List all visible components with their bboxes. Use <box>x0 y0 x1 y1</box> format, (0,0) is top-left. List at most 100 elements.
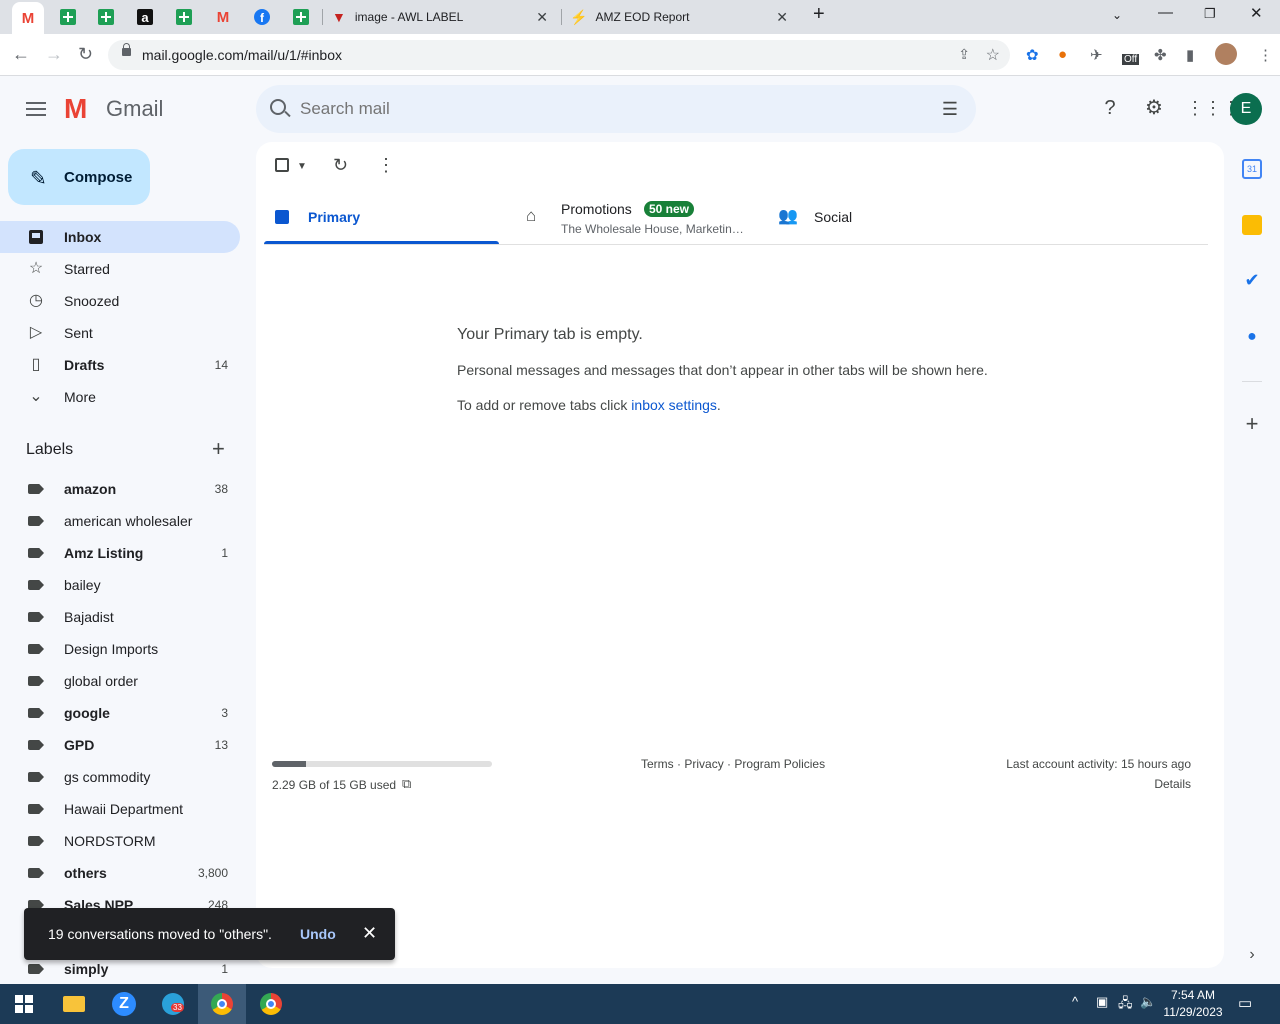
sidebar-item-inbox[interactable]: Inbox <box>0 221 240 253</box>
undo-button[interactable]: Undo <box>300 926 336 942</box>
forward-arrow-icon[interactable]: → <box>45 44 63 65</box>
gmail-logo-icon[interactable]: M <box>64 95 87 123</box>
system-tray-chevron-icon[interactable]: ^ <box>1072 994 1078 1009</box>
sidebar-label-item[interactable]: bailey <box>0 569 240 601</box>
sidebar-item-drafts[interactable]: ▯ Drafts 14 <box>0 349 240 381</box>
volume-icon[interactable]: 🔈 <box>1140 994 1156 1010</box>
minimize-icon[interactable]: — <box>1158 4 1173 21</box>
tab-gmail-active[interactable]: M <box>12 2 44 34</box>
main-menu-icon[interactable] <box>26 102 46 116</box>
close-icon[interactable]: ✕ <box>536 9 548 26</box>
account-avatar[interactable]: E <box>1230 93 1262 125</box>
bookmark-star-icon[interactable]: ☆ <box>986 45 1000 65</box>
chrome-taskbar-icon[interactable] <box>247 984 295 1024</box>
search-input[interactable] <box>300 97 900 121</box>
sidebar-label-item[interactable]: global order <box>0 665 240 697</box>
gmail-logo-text[interactable]: Gmail <box>106 96 163 122</box>
apps-grid-icon[interactable]: ⋮⋮⋮ <box>1186 96 1240 120</box>
sidebar-label-item[interactable]: google 3 <box>0 697 240 729</box>
share-icon[interactable]: ⇪ <box>958 46 970 63</box>
sidebar-label-item[interactable]: Bajadist <box>0 601 240 633</box>
more-options-icon[interactable]: ⋮ <box>377 155 395 176</box>
sidebar-label-item[interactable]: others 3,800 <box>0 857 240 889</box>
compose-button[interactable]: ✎ Compose <box>8 149 150 205</box>
details-link[interactable]: Details <box>1154 777 1191 791</box>
new-tab-plus-icon[interactable]: + <box>813 3 825 26</box>
sidebar-label-item[interactable]: Design Imports <box>0 633 240 665</box>
inbox-settings-link[interactable]: inbox settings <box>631 397 717 413</box>
help-icon[interactable]: ? <box>1098 96 1122 120</box>
telegram-icon[interactable]: 33 <box>149 984 197 1024</box>
puzzle-extensions-icon[interactable]: ✤ <box>1154 46 1167 64</box>
tab-divider-line <box>264 244 1208 245</box>
profile-avatar[interactable] <box>1215 43 1237 65</box>
extension-2-icon[interactable]: ● <box>1058 46 1067 63</box>
select-all-checkbox[interactable] <box>275 158 289 172</box>
facebook-icon: f <box>254 9 270 25</box>
label-count: 3 <box>221 706 228 720</box>
window-close-icon[interactable]: ✕ <box>1250 4 1263 22</box>
extension-1-icon[interactable]: ✿ <box>1026 46 1039 64</box>
search-icon[interactable] <box>270 99 286 115</box>
settings-gear-icon[interactable]: ⚙ <box>1142 96 1166 120</box>
program-policies-link[interactable]: Program Policies <box>734 757 825 771</box>
sidebar-label-item[interactable]: american wholesaler <box>0 505 240 537</box>
sidebar-item-more[interactable]: ⌄ More <box>0 381 240 413</box>
sidebar-label-item[interactable]: Amz Listing 1 <box>0 537 240 569</box>
tab-primary[interactable]: Primary <box>264 192 499 244</box>
sidebar-label-item[interactable]: GPD 13 <box>0 729 240 761</box>
zoom-app-icon[interactable]: Z <box>100 984 148 1024</box>
tab-amazon[interactable]: a <box>129 4 161 30</box>
taskbar-clock[interactable]: 7:54 AM 11/29/2023 <box>1160 987 1226 1021</box>
tab-promotions[interactable]: ⌂ Promotions The Wholesale House, Market… <box>516 192 756 244</box>
tab-facebook[interactable]: f <box>246 4 278 30</box>
search-bar[interactable]: ☰ <box>256 85 976 133</box>
chevron-right-icon[interactable]: › <box>1242 946 1262 966</box>
notification-center-icon[interactable]: ▭ <box>1238 994 1252 1012</box>
tab-gmail-2[interactable]: M <box>207 4 239 30</box>
search-options-icon[interactable]: ☰ <box>942 99 958 120</box>
sidebar-item-starred[interactable]: ☆ Starred <box>0 253 240 285</box>
terms-link[interactable]: Terms <box>641 757 674 771</box>
select-dropdown-caret-icon[interactable]: ▼ <box>297 161 307 172</box>
privacy-link[interactable]: Privacy <box>684 757 723 771</box>
sidebar-label-item[interactable]: amazon 38 <box>0 473 240 505</box>
contacts-icon[interactable]: ● <box>1242 328 1262 348</box>
windows-start-icon[interactable] <box>0 984 48 1024</box>
tab-sheets-1[interactable] <box>52 4 84 30</box>
address-bar[interactable]: mail.google.com/mail/u/1/#inbox ⇪ ☆ <box>108 40 1010 70</box>
extension-off-badge[interactable]: Off <box>1122 54 1140 65</box>
sidebar-item-snoozed[interactable]: ◷ Snoozed <box>0 285 240 317</box>
chrome-taskbar-icon-active[interactable] <box>198 984 246 1024</box>
back-arrow-icon[interactable]: ← <box>12 44 30 65</box>
extension-3-icon[interactable]: ✈ <box>1090 46 1103 64</box>
tab-search-chevron-icon[interactable]: ⌄ <box>1112 8 1122 22</box>
url-text[interactable]: mail.google.com/mail/u/1/#inbox <box>142 47 342 63</box>
calendar-icon[interactable]: 31 <box>1242 159 1262 179</box>
network-icon[interactable]: 🖧 <box>1118 994 1133 1016</box>
sidebar-label-item[interactable]: NORDSTORM <box>0 825 240 857</box>
tab-amz-eod[interactable]: ⚡ AMZ EOD Report ✕ <box>570 4 792 30</box>
sidebar-label-item[interactable]: Hawaii Department <box>0 793 240 825</box>
tab-awl-label[interactable]: ▼ image - AWL LABEL ✕ <box>332 4 554 30</box>
side-panel-icon[interactable]: ▮ <box>1186 46 1194 64</box>
chrome-menu-icon[interactable]: ⋮ <box>1258 46 1273 64</box>
tab-social[interactable]: 👥 Social <box>770 192 970 244</box>
close-icon[interactable]: ✕ <box>776 9 788 26</box>
open-in-new-icon[interactable]: ⧉ <box>402 776 411 792</box>
keep-icon[interactable] <box>1242 215 1262 235</box>
sidebar-item-sent[interactable]: ▷ Sent <box>0 317 240 349</box>
restore-icon[interactable]: ❐ <box>1204 6 1216 22</box>
tab-sheets-3[interactable] <box>168 4 200 30</box>
close-icon[interactable]: ✕ <box>362 923 377 944</box>
add-label-plus-icon[interactable]: + <box>212 436 225 462</box>
tab-sheets-2[interactable] <box>90 4 122 30</box>
reload-icon[interactable]: ↻ <box>78 44 93 65</box>
tasks-icon[interactable]: ✔ <box>1242 270 1262 290</box>
refresh-icon[interactable]: ↻ <box>333 155 348 176</box>
sidebar-label-item[interactable]: gs commodity <box>0 761 240 793</box>
meet-now-icon[interactable]: ▣ <box>1096 994 1108 1010</box>
file-explorer-icon[interactable] <box>50 984 98 1024</box>
get-addons-plus-icon[interactable]: + <box>1242 413 1262 435</box>
tab-sheets-4[interactable] <box>285 4 317 30</box>
